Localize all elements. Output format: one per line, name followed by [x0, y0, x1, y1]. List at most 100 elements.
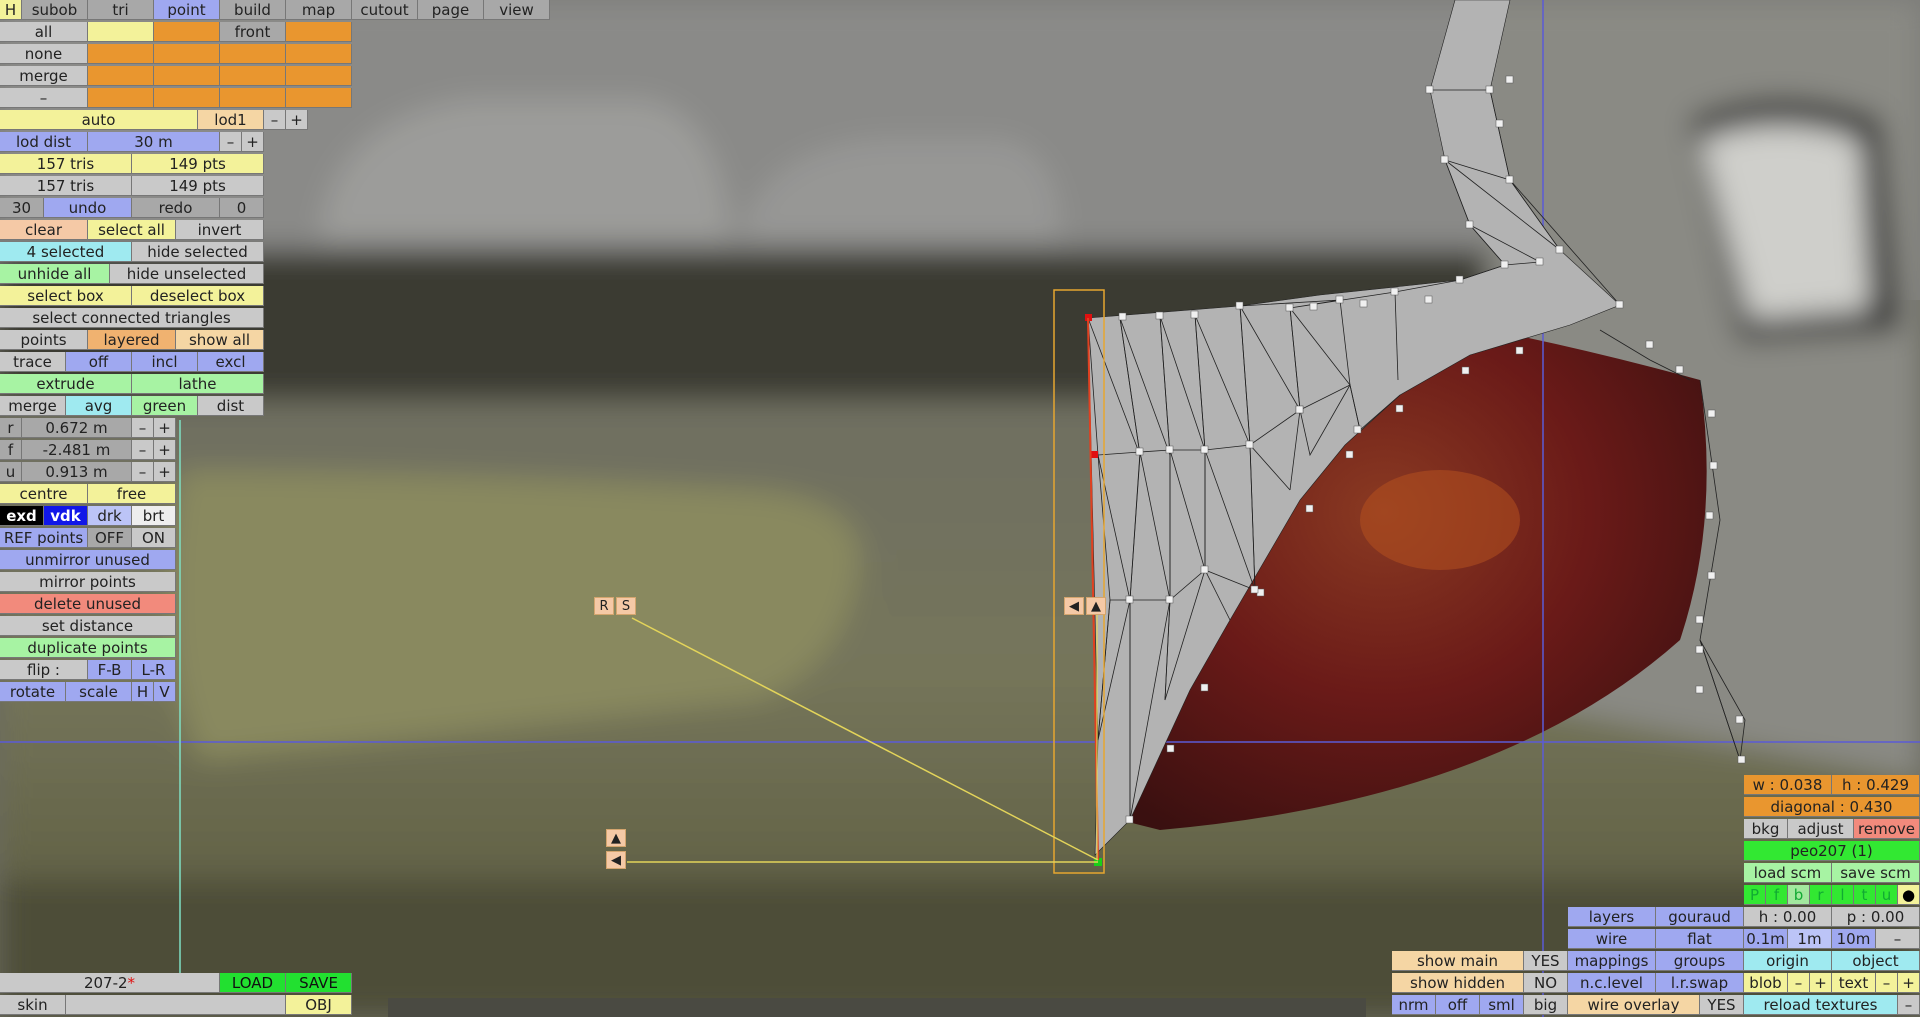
channel-b-button[interactable]: b: [1788, 885, 1810, 905]
step-minus-button[interactable]: –: [1876, 929, 1920, 949]
menu-page[interactable]: page: [418, 0, 484, 20]
channel-l-button[interactable]: l: [1832, 885, 1854, 905]
grid-cell[interactable]: [154, 22, 220, 42]
set-distance-button[interactable]: set distance: [0, 616, 176, 636]
menu-h[interactable]: H: [0, 0, 22, 20]
pitch-readout[interactable]: p : 0.00: [1832, 907, 1920, 927]
skin-button[interactable]: skin: [0, 995, 66, 1015]
show-all-button[interactable]: show all: [176, 330, 264, 350]
normals-big-button[interactable]: big: [1524, 995, 1568, 1015]
step-01m-button[interactable]: 0.1m: [1744, 929, 1788, 949]
deselect-box-button[interactable]: deselect box: [132, 286, 264, 306]
show-main-yes[interactable]: YES: [1524, 951, 1568, 971]
merge-button[interactable]: merge: [0, 396, 66, 416]
scale-button[interactable]: scale: [66, 682, 132, 702]
avg-button[interactable]: avg: [66, 396, 132, 416]
wire-overlay-button[interactable]: wire overlay: [1568, 995, 1700, 1015]
coord-r-minus[interactable]: –: [132, 418, 154, 438]
save-button[interactable]: SAVE: [286, 973, 352, 993]
green-button[interactable]: green: [132, 396, 198, 416]
skin-field[interactable]: [66, 995, 286, 1015]
coord-u-plus[interactable]: +: [154, 462, 176, 482]
menu-map[interactable]: map: [286, 0, 352, 20]
reload-minus-button[interactable]: –: [1898, 995, 1920, 1015]
grid-cell[interactable]: [88, 66, 154, 86]
grid-all-button[interactable]: all: [0, 22, 88, 42]
centre-button[interactable]: centre: [0, 484, 88, 504]
text-minus-button[interactable]: –: [1876, 973, 1898, 993]
shade-vdk-button[interactable]: vdk: [44, 506, 88, 526]
blob-minus-button[interactable]: –: [1788, 973, 1810, 993]
lod-dist-value[interactable]: 30 m: [88, 132, 220, 152]
grid-none-button[interactable]: none: [0, 44, 88, 64]
reload-textures-button[interactable]: reload textures: [1744, 995, 1898, 1015]
show-hidden-button[interactable]: show hidden: [1392, 973, 1524, 993]
grid-cell[interactable]: [286, 66, 352, 86]
duplicate-points-button[interactable]: duplicate points: [0, 638, 176, 658]
channel-u-button[interactable]: u: [1876, 885, 1898, 905]
adjust-button[interactable]: adjust: [1788, 819, 1854, 839]
3d-viewport[interactable]: [0, 0, 1920, 1017]
normals-off-button[interactable]: off: [1436, 995, 1480, 1015]
coord-r-value[interactable]: 0.672 m: [22, 418, 132, 438]
grid-cell[interactable]: [220, 44, 286, 64]
trace-button[interactable]: trace: [0, 352, 66, 372]
load-button[interactable]: LOAD: [220, 973, 286, 993]
channel-r-button[interactable]: r: [1810, 885, 1832, 905]
grid-cell[interactable]: [88, 44, 154, 64]
redo-button[interactable]: redo: [132, 198, 220, 218]
blob-plus-button[interactable]: +: [1810, 973, 1832, 993]
obj-button[interactable]: OBJ: [286, 995, 352, 1015]
object-button[interactable]: object: [1832, 951, 1920, 971]
lathe-button[interactable]: lathe: [132, 374, 264, 394]
grid-cell[interactable]: [220, 88, 286, 108]
unmirror-unused-button[interactable]: unmirror unused: [0, 550, 176, 570]
menu-cutout[interactable]: cutout: [352, 0, 418, 20]
lod-dist-plus-button[interactable]: +: [242, 132, 264, 152]
save-scm-button[interactable]: save scm: [1832, 863, 1920, 883]
gouraud-button[interactable]: gouraud: [1656, 907, 1744, 927]
mappings-button[interactable]: mappings: [1568, 951, 1656, 971]
clear-button[interactable]: clear: [0, 220, 88, 240]
grid-cell[interactable]: [154, 66, 220, 86]
remove-button[interactable]: remove: [1854, 819, 1920, 839]
shade-exd-button[interactable]: exd: [0, 506, 44, 526]
channel-dot-button[interactable]: ●: [1898, 885, 1920, 905]
lr-swap-button[interactable]: l.r.swap: [1656, 973, 1744, 993]
lod-dist-minus-button[interactable]: –: [220, 132, 242, 152]
origin-up-handle[interactable]: ▲: [606, 829, 626, 847]
shade-drk-button[interactable]: drk: [88, 506, 132, 526]
model-name[interactable]: peo207 (1): [1744, 841, 1920, 861]
trace-excl-button[interactable]: excl: [198, 352, 264, 372]
extrude-button[interactable]: extrude: [0, 374, 132, 394]
show-hidden-no[interactable]: NO: [1524, 973, 1568, 993]
origin-button[interactable]: origin: [1744, 951, 1832, 971]
menu-build[interactable]: build: [220, 0, 286, 20]
mirror-points-button[interactable]: mirror points: [0, 572, 176, 592]
grid-front-button[interactable]: front: [220, 22, 286, 42]
points-button[interactable]: points: [0, 330, 88, 350]
lod-auto-button[interactable]: auto: [0, 110, 198, 130]
coord-r-plus[interactable]: +: [154, 418, 176, 438]
groups-button[interactable]: groups: [1656, 951, 1744, 971]
grid-cell[interactable]: [154, 44, 220, 64]
normals-button[interactable]: nrm: [1392, 995, 1436, 1015]
channel-t-button[interactable]: t: [1854, 885, 1876, 905]
delete-unused-button[interactable]: delete unused: [0, 594, 176, 614]
step-1m-button[interactable]: 1m: [1788, 929, 1832, 949]
lod1-button[interactable]: lod1: [198, 110, 264, 130]
transform-h-button[interactable]: H: [132, 682, 154, 702]
text-plus-button[interactable]: +: [1898, 973, 1920, 993]
menu-view[interactable]: view: [484, 0, 550, 20]
normals-small-button[interactable]: sml: [1480, 995, 1524, 1015]
layered-button[interactable]: layered: [88, 330, 176, 350]
text-button[interactable]: text: [1832, 973, 1876, 993]
step-10m-button[interactable]: 10m: [1832, 929, 1876, 949]
coord-u-minus[interactable]: –: [132, 462, 154, 482]
transform-v-button[interactable]: V: [154, 682, 176, 702]
grid-merge-button[interactable]: merge: [0, 66, 88, 86]
show-main-button[interactable]: show main: [1392, 951, 1524, 971]
layers-button[interactable]: layers: [1568, 907, 1656, 927]
move-up-handle[interactable]: ▲: [1086, 597, 1106, 615]
origin-left-handle[interactable]: ◀: [606, 851, 626, 869]
